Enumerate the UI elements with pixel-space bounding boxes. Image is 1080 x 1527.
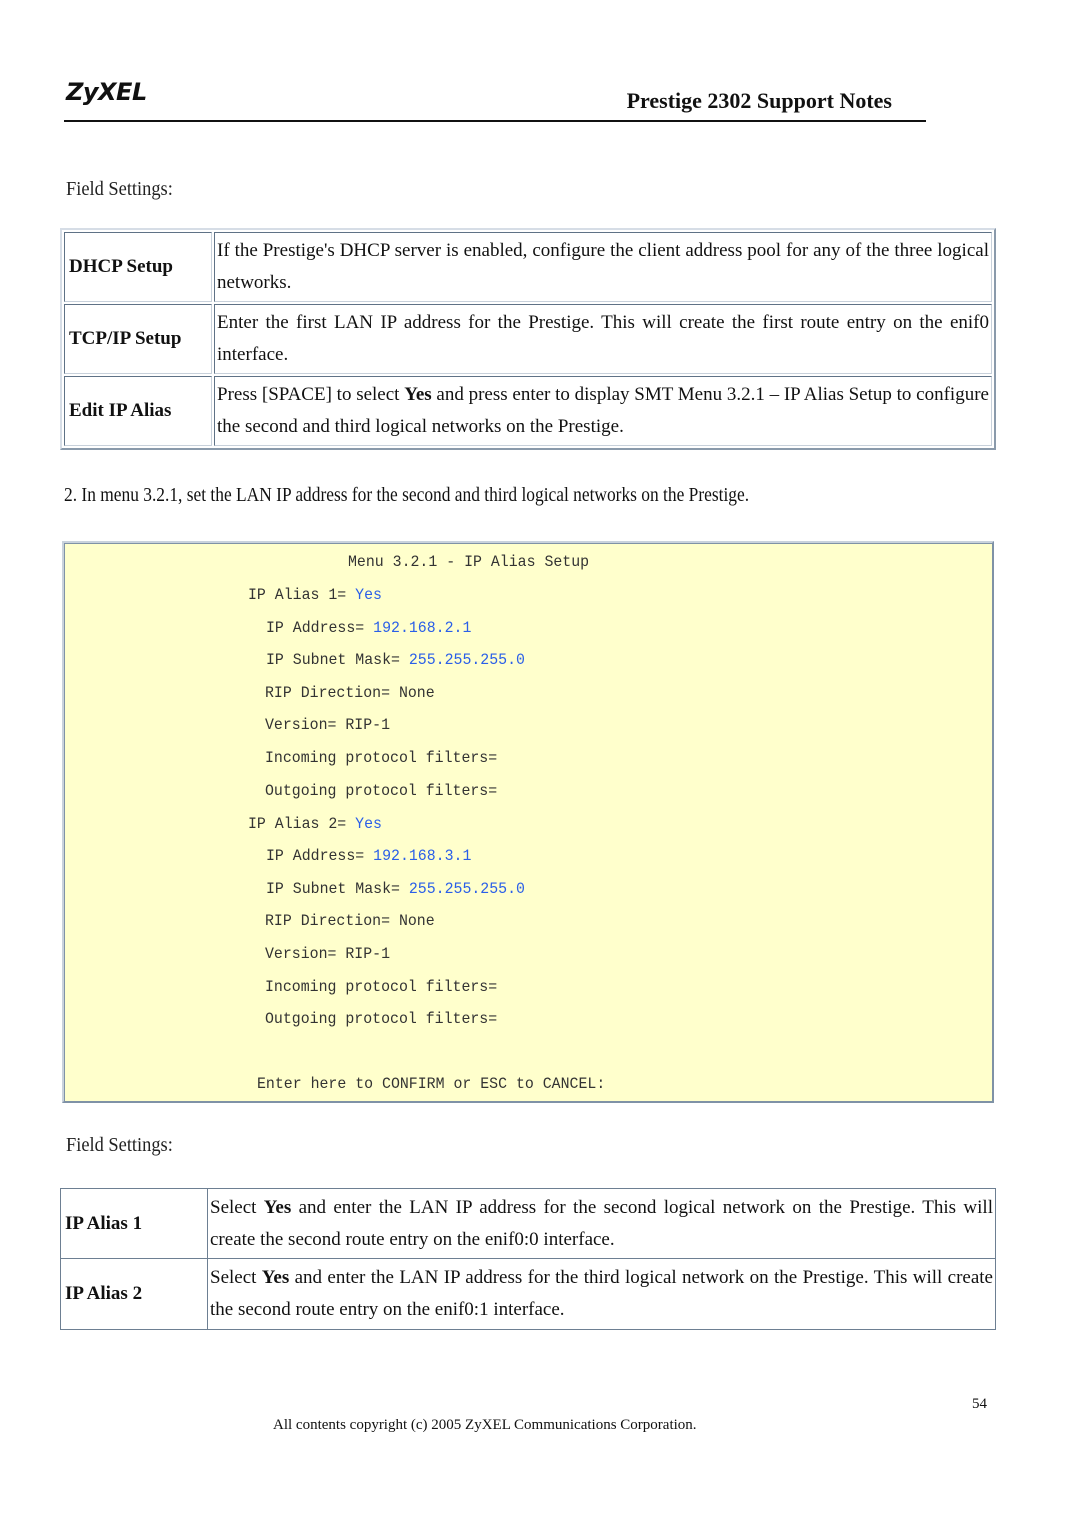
field-key: IP Alias 1 [61, 1189, 207, 1259]
field-settings-label: Field Settings: [66, 178, 173, 200]
outgoing-filters-2: Outgoing protocol filters= [265, 1010, 498, 1028]
field-settings-table-1: DHCP Setup If the Prestige's DHCP server… [60, 228, 996, 450]
table-row: IP Alias 2 Select Yes and enter the LAN … [61, 1259, 995, 1329]
version-1: Version= RIP-1 [265, 716, 391, 734]
table-row: IP Alias 1 Select Yes and enter the LAN … [61, 1189, 995, 1259]
subnet-mask-1-line: IP Subnet Mask= 255.255.255.0 [266, 651, 525, 669]
field-key: Edit IP Alias [64, 376, 212, 446]
emphasis: Yes [263, 1196, 292, 1218]
ip-alias-2-value: Yes [355, 815, 382, 833]
rip-direction-2: RIP Direction= None [265, 912, 435, 930]
subnet-mask-1-value: 255.255.255.0 [408, 651, 525, 669]
field-key: IP Alias 2 [65, 1283, 143, 1304]
table-row: TCP/IP Setup Enter the first LAN IP addr… [64, 304, 992, 374]
confirm-prompt: Enter here to CONFIRM or ESC to CANCEL: [257, 1075, 606, 1093]
outgoing-filters-1: Outgoing protocol filters= [265, 782, 498, 800]
copyright-notice: All contents copyright (c) 2005 ZyXEL Co… [273, 1417, 697, 1433]
ip-address-1-line: IP Address= 192.168.2.1 [266, 619, 472, 637]
field-description: Enter the first LAN IP address for the P… [214, 304, 992, 374]
field-description: If the Prestige's DHCP server is enabled… [214, 232, 992, 302]
ip-address-2-line: IP Address= 192.168.3.1 [266, 847, 472, 865]
menu-title: Menu 3.2.1 - IP Alias Setup [348, 553, 590, 571]
page-header: ZyXEL Prestige 2302 Support Notes [64, 76, 926, 122]
ip-alias-1-line: IP Alias 1= Yes [248, 586, 382, 604]
page-number: 54 [972, 1396, 987, 1412]
step-2-instruction: 2. In menu 3.2.1, set the LAN IP address… [64, 484, 750, 506]
ip-address-2-value: 192.168.3.1 [373, 847, 472, 865]
field-settings-table-2: IP Alias 1 Select Yes and enter the LAN … [60, 1188, 996, 1330]
field-key: TCP/IP Setup [64, 304, 212, 374]
table-row: DHCP Setup If the Prestige's DHCP server… [64, 232, 992, 302]
ip-alias-1-value: Yes [355, 586, 382, 604]
ip-alias-2-line: IP Alias 2= Yes [248, 815, 382, 833]
emphasis: Yes [261, 1267, 290, 1288]
smt-menu-terminal: Menu 3.2.1 - IP Alias Setup IP Alias 1= … [62, 541, 994, 1103]
table-row: Edit IP Alias Press [SPACE] to select Ye… [64, 376, 992, 446]
version-2: Version= RIP-1 [265, 945, 391, 963]
document-title: Prestige 2302 Support Notes [626, 88, 892, 113]
emphasis: Yes [404, 384, 432, 405]
field-key: DHCP Setup [64, 232, 212, 302]
subnet-mask-2-line: IP Subnet Mask= 255.255.255.0 [266, 880, 525, 898]
field-description: Select Yes and enter the LAN IP address … [207, 1259, 995, 1329]
incoming-filters-2: Incoming protocol filters= [265, 978, 498, 996]
field-description: Press [SPACE] to select Yes and press en… [214, 376, 992, 446]
field-description: Select Yes and enter the LAN IP address … [207, 1189, 995, 1259]
ip-address-1-value: 192.168.2.1 [373, 619, 472, 637]
field-settings-label-2: Field Settings: [66, 1134, 173, 1156]
subnet-mask-2-value: 255.255.255.0 [408, 880, 525, 898]
zyxel-logo: ZyXEL [66, 78, 147, 106]
rip-direction-1: RIP Direction= None [265, 684, 435, 702]
incoming-filters-1: Incoming protocol filters= [265, 749, 498, 767]
